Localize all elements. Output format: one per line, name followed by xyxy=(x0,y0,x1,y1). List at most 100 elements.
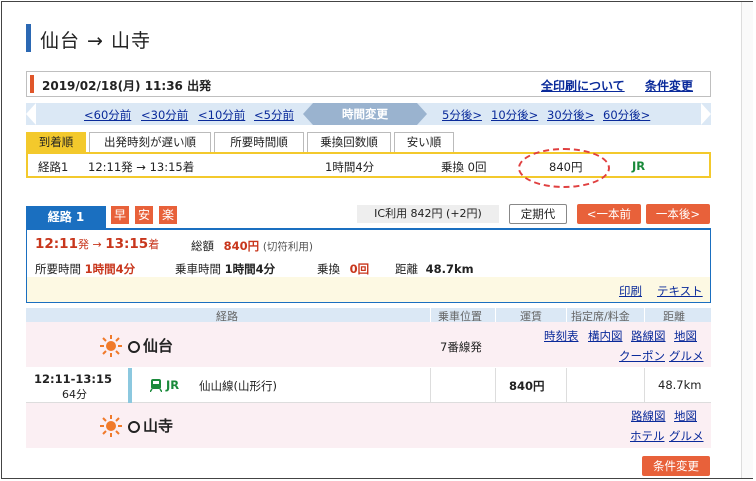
header-sep xyxy=(566,308,567,322)
time-nav-10-before[interactable]: <10分前 xyxy=(198,107,245,123)
total-value: 840円 xyxy=(223,239,260,253)
segment-sep xyxy=(566,368,567,403)
req-time-value: 1時間4分 xyxy=(84,262,136,276)
origin-route-map-link[interactable]: 路線図 xyxy=(631,328,666,344)
total-note: (切符利用) xyxy=(262,241,314,253)
origin-platform: 7番線発 xyxy=(440,340,482,354)
time-nav-10-after[interactable]: 10分後> xyxy=(491,107,538,123)
vertical-scrollbar[interactable] xyxy=(741,2,753,478)
total-fare: 総額 840円 (切符利用) xyxy=(191,238,313,254)
route-transfers: 乗換 0回 xyxy=(441,160,487,174)
distance-value: 48.7km xyxy=(425,262,474,276)
time-nav-60-after[interactable]: 60分後> xyxy=(603,107,650,123)
station-marker-icon xyxy=(128,341,140,353)
time-summary: 12:11発 → 13:15着 xyxy=(35,236,159,252)
depart-time: 12:11 xyxy=(35,236,78,252)
next-train-button[interactable]: 一本後> xyxy=(646,204,710,224)
origin-timetable-link[interactable]: 時刻表 xyxy=(544,328,579,344)
header-sep xyxy=(430,308,431,322)
train-icon xyxy=(150,379,162,392)
departure-datetime: 2019/02/18(月) 11:36 出発 xyxy=(42,79,212,93)
time-navigation-bar: <60分前 <30分前 <10分前 <5分前 時間変更 5分後> 10分後> 3… xyxy=(26,103,711,125)
date-accent xyxy=(30,75,34,93)
total-label: 総額 xyxy=(191,239,214,253)
time-change-button[interactable]: 時間変更 xyxy=(303,103,427,125)
station-marker-icon xyxy=(128,421,140,433)
transfer-count: 乗換 0回 xyxy=(317,261,369,277)
route-duration: 1時間4分 xyxy=(325,160,375,174)
sort-tab-cheapest[interactable]: 安い順 xyxy=(394,132,454,152)
sun-icon xyxy=(100,335,122,357)
fare-highlight-circle xyxy=(518,148,610,188)
ride-time: 乗車時間 1時間4分 xyxy=(175,261,275,277)
time-bar-right-edge xyxy=(701,103,711,125)
date-box: 2019/02/18(月) 11:36 出発 全印刷について 条件変更 xyxy=(26,71,711,97)
route-table-header: 経路 乗車位置 運賃 指定席/料金 距離 xyxy=(26,308,711,323)
dest-route-map-link[interactable]: 路線図 xyxy=(631,408,666,424)
route-tab[interactable]: 経路 1 xyxy=(26,206,106,228)
destination-station-row: 山寺 路線図 地図 ホテル グルメ xyxy=(26,403,711,448)
header-sep xyxy=(495,308,496,322)
sun-icon xyxy=(100,415,122,437)
ic-fare: IC利用 842円 (+2円) xyxy=(357,205,499,223)
text-link[interactable]: テキスト xyxy=(657,283,703,299)
dest-map-link[interactable]: 地図 xyxy=(674,408,697,424)
segment-line-bar xyxy=(128,368,132,403)
depart-suffix: 発 → xyxy=(77,238,106,251)
transfer-value: 0回 xyxy=(349,262,370,276)
segment-line-name[interactable]: 仙山線(山形行) xyxy=(199,378,277,394)
summary-footer: 印刷 テキスト xyxy=(27,277,710,302)
arrive-suffix: 着 xyxy=(148,238,160,251)
route-detail-summary: 12:11発 → 13:15着 総額 840円 (切符利用) 所要時間 1時間4… xyxy=(26,228,711,303)
time-nav-60-before[interactable]: <60分前 xyxy=(84,107,131,123)
ride-time-label: 乗車時間 xyxy=(175,262,221,276)
segment-fare: 840円 xyxy=(509,379,545,393)
req-time-label: 所要時間 xyxy=(35,262,81,276)
segment-sep xyxy=(430,368,431,403)
time-nav-5-before[interactable]: <5分前 xyxy=(254,107,294,123)
time-bar-left-edge xyxy=(26,103,36,125)
route-line: JR xyxy=(632,159,646,173)
sort-tab-duration[interactable]: 所要時間順 xyxy=(214,132,304,152)
segment-sep xyxy=(495,368,496,403)
title-accent-bar xyxy=(26,24,31,52)
origin-station-map-link[interactable]: 構内図 xyxy=(588,328,623,344)
previous-train-button[interactable]: <一本前 xyxy=(577,204,641,224)
print-link[interactable]: 印刷 xyxy=(619,283,642,299)
ride-time-value: 1時間4分 xyxy=(224,262,276,276)
badge-easy: 楽 xyxy=(159,206,177,224)
transfer-label: 乗換 xyxy=(317,262,340,276)
change-conditions-link[interactable]: 条件変更 xyxy=(645,77,693,94)
destination-station-name[interactable]: 山寺 xyxy=(143,415,173,436)
sort-tab-arrival[interactable]: 到着順 xyxy=(26,132,86,152)
train-segment-row: 12:11-13:15 64分 JR 仙山線(山形行) 840円 48.7km xyxy=(26,368,711,403)
origin-station-row: 仙台 7番線発 時刻表 構内図 路線図 地図 クーポン グルメ xyxy=(26,322,711,367)
sort-tab-latest-departure[interactable]: 出発時刻が遅い順 xyxy=(89,132,211,152)
segment-company: JR xyxy=(166,378,180,392)
commuter-pass-button[interactable]: 定期代 xyxy=(509,204,567,224)
time-nav-30-before[interactable]: <30分前 xyxy=(141,107,188,123)
arrive-time: 13:15 xyxy=(105,236,149,252)
route-time: 12:11発 → 13:15着 xyxy=(88,160,195,174)
segment-time: 12:11-13:15 xyxy=(34,372,112,386)
origin-coupon-link[interactable]: クーポン xyxy=(619,348,665,364)
page-title: 仙台 → 山寺 xyxy=(40,30,151,52)
dest-hotel-link[interactable]: ホテル xyxy=(630,428,665,444)
origin-map-link[interactable]: 地図 xyxy=(674,328,697,344)
segment-duration: 64分 xyxy=(62,388,87,401)
badge-cheap: 安 xyxy=(135,206,153,224)
time-nav-5-after[interactable]: 5分後> xyxy=(442,107,482,123)
origin-gourmet-link[interactable]: グルメ xyxy=(669,348,704,364)
distance-label: 距離 xyxy=(395,262,418,276)
route-label: 経路1 xyxy=(38,160,69,174)
print-all-link[interactable]: 全印刷について xyxy=(541,77,625,94)
required-time: 所要時間 1時間4分 xyxy=(35,261,135,277)
time-nav-30-after[interactable]: 30分後> xyxy=(547,107,594,123)
sort-tab-transfers[interactable]: 乗換回数順 xyxy=(307,132,391,152)
route-summary-row[interactable]: 経路1 12:11発 → 13:15着 1時間4分 乗換 0回 840円 JR xyxy=(26,148,711,188)
change-conditions-button[interactable]: 条件変更 xyxy=(642,456,710,476)
segment-distance: 48.7km xyxy=(658,378,702,392)
dest-gourmet-link[interactable]: グルメ xyxy=(669,428,704,444)
origin-station-name[interactable]: 仙台 xyxy=(143,335,173,356)
distance: 距離 48.7km xyxy=(395,261,474,277)
